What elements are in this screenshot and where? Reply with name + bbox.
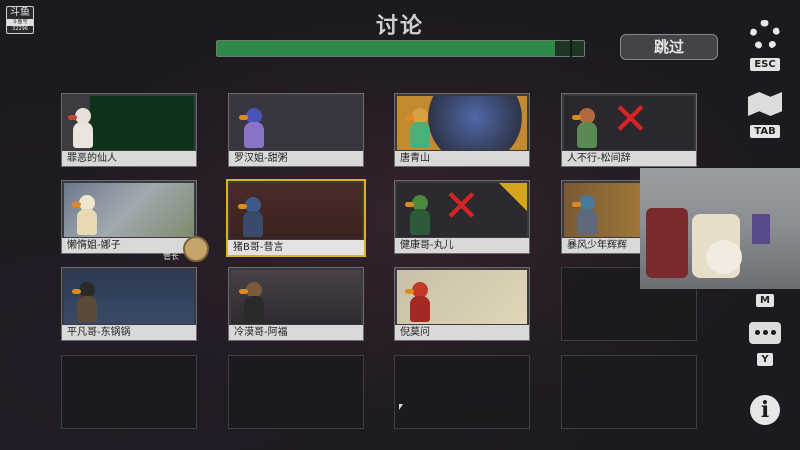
player-name: 罗汉姐-甜粥 bbox=[229, 151, 363, 166]
player-card[interactable]: 冷漠哥-阿福 bbox=[228, 267, 364, 341]
player-card[interactable]: 罗汉姐-甜粥 bbox=[228, 93, 364, 167]
map-icon bbox=[748, 92, 782, 116]
player-card-eliminated[interactable]: ✕ 人不行-松间辞 bbox=[561, 93, 697, 167]
player-card[interactable]: 平凡哥-东锅锅 bbox=[61, 267, 197, 341]
empty-player-slot bbox=[394, 355, 530, 429]
player-name: 罪恶的仙人 bbox=[62, 151, 196, 166]
player-portrait bbox=[64, 270, 194, 324]
player-avatar bbox=[405, 195, 431, 235]
player-portrait bbox=[397, 96, 527, 150]
manager-badge-icon bbox=[183, 236, 209, 262]
empty-player-slot bbox=[61, 355, 197, 429]
settings-button[interactable]: ESC bbox=[746, 20, 784, 71]
discussion-timer-bar bbox=[216, 40, 585, 57]
map-button[interactable]: TAB bbox=[746, 92, 784, 138]
discussion-timer-fill bbox=[217, 41, 555, 56]
eliminated-x-icon: ✕ bbox=[612, 96, 649, 145]
player-portrait bbox=[64, 96, 194, 150]
role-tag-icon bbox=[499, 183, 527, 211]
player-portrait bbox=[64, 183, 194, 237]
mouse-cursor bbox=[399, 404, 403, 410]
player-card[interactable]: 倪莫问 bbox=[394, 267, 530, 341]
empty-player-slot bbox=[561, 355, 697, 429]
player-name: 平凡哥-东锅锅 bbox=[62, 325, 196, 340]
player-card-selected[interactable]: 猪B哥-昔言 bbox=[226, 179, 366, 257]
player-name: 唐青山 bbox=[395, 151, 529, 166]
webcam-plush bbox=[706, 240, 742, 274]
player-name: 猪B哥-昔言 bbox=[228, 240, 364, 255]
info-icon: i bbox=[750, 395, 780, 425]
player-name: 人不行-松间辞 bbox=[562, 151, 696, 166]
eliminated-x-icon: ✕ bbox=[443, 183, 480, 232]
timer-marker bbox=[570, 40, 572, 57]
m-button[interactable]: M bbox=[746, 288, 784, 307]
player-avatar bbox=[68, 108, 94, 148]
empty-player-slot bbox=[228, 355, 364, 429]
player-portrait: ✕ bbox=[397, 183, 527, 237]
player-avatar bbox=[238, 197, 264, 237]
player-card-eliminated[interactable]: ✕ 健康哥-丸儿 bbox=[394, 180, 530, 254]
player-name: 倪莫问 bbox=[395, 325, 529, 340]
manager-label: 管长 bbox=[163, 252, 179, 261]
player-portrait bbox=[397, 270, 527, 324]
player-card[interactable]: 罪恶的仙人 bbox=[61, 93, 197, 167]
player-portrait: ✕ bbox=[564, 96, 694, 150]
player-portrait bbox=[231, 96, 361, 150]
skip-button[interactable]: 跳过 bbox=[620, 34, 718, 60]
player-avatar bbox=[572, 195, 598, 235]
player-avatar bbox=[572, 108, 598, 148]
player-avatar bbox=[72, 282, 98, 322]
gear-icon bbox=[750, 20, 780, 50]
esc-key-hint: ESC bbox=[750, 58, 780, 71]
y-key-hint: Y bbox=[757, 353, 773, 366]
player-portrait bbox=[231, 270, 361, 324]
player-name: 健康哥-丸儿 bbox=[395, 238, 529, 253]
webcam-poster bbox=[752, 214, 770, 244]
player-avatar bbox=[405, 282, 431, 322]
player-portrait bbox=[230, 183, 362, 239]
player-card[interactable]: 懒惰姐-娜子 bbox=[61, 180, 197, 254]
player-card[interactable]: 唐青山 bbox=[394, 93, 530, 167]
webcam-chair bbox=[646, 208, 688, 278]
info-button[interactable]: i bbox=[746, 395, 784, 425]
player-name: 冷漠哥-阿福 bbox=[229, 325, 363, 340]
player-avatar bbox=[72, 195, 98, 235]
streamer-webcam bbox=[640, 168, 800, 289]
m-key-hint: M bbox=[756, 294, 774, 307]
tab-key-hint: TAB bbox=[750, 125, 780, 138]
player-avatar bbox=[405, 108, 431, 148]
player-avatar bbox=[239, 282, 265, 322]
chat-button[interactable]: Y bbox=[746, 322, 784, 366]
player-avatar bbox=[239, 108, 265, 148]
chat-icon bbox=[749, 322, 781, 344]
